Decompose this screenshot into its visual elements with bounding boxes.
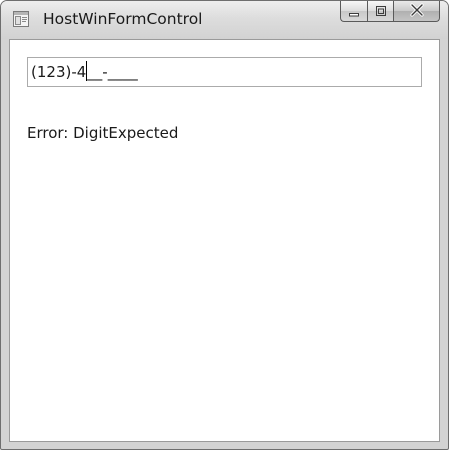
error-label: Error: DigitExpected	[27, 124, 179, 142]
window-title: HostWinFormControl	[43, 10, 203, 28]
window-controls	[340, 1, 440, 23]
maximize-button[interactable]	[367, 1, 393, 22]
application-icon[interactable]	[13, 11, 29, 27]
title-bar[interactable]: HostWinFormControl	[1, 1, 448, 39]
masked-textbox-text-after-caret: __-____	[87, 63, 138, 81]
masked-textbox-text-before-caret: (123)-4	[31, 63, 87, 81]
close-button[interactable]	[393, 1, 440, 22]
maximize-icon	[375, 2, 387, 21]
client-area: (123)-4__-____ Error: DigitExpected	[9, 39, 440, 442]
close-icon	[409, 2, 425, 21]
app-window: HostWinFormControl (123)-4__-____ Error:…	[0, 0, 449, 450]
minimize-icon	[348, 2, 360, 21]
minimize-button[interactable]	[340, 1, 367, 22]
masked-textbox[interactable]: (123)-4__-____	[27, 57, 422, 87]
